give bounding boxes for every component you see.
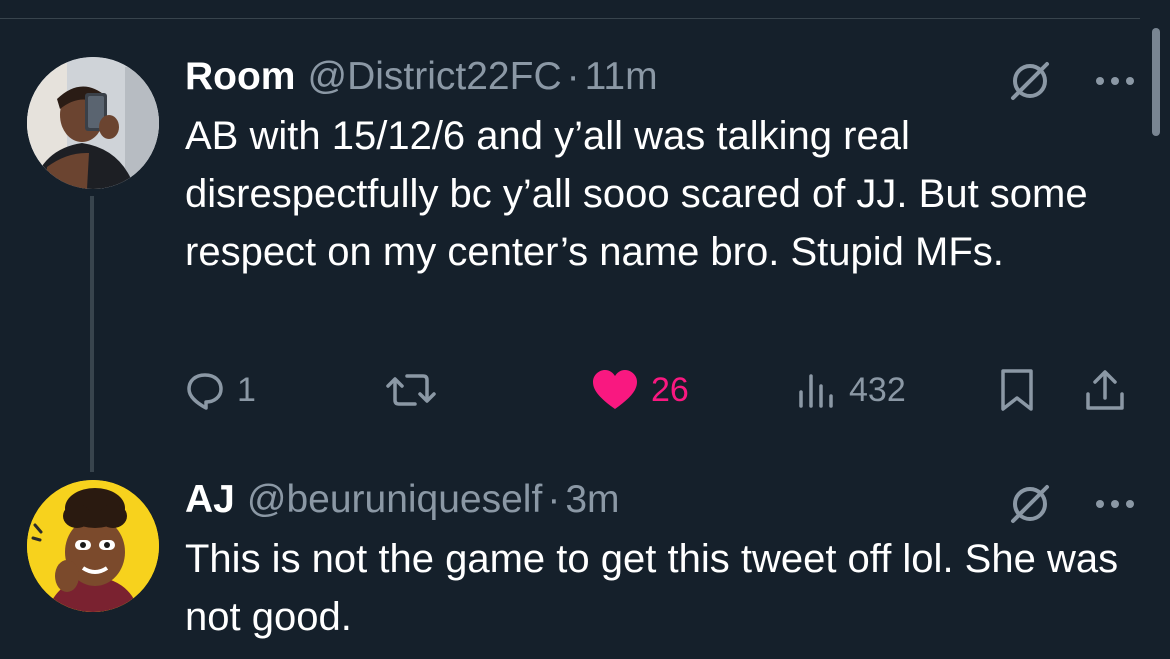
header-icons bbox=[1007, 58, 1135, 104]
reply-icon bbox=[185, 370, 225, 410]
heart-icon bbox=[591, 369, 639, 411]
display-name[interactable]: AJ bbox=[185, 478, 235, 522]
retweet-button[interactable] bbox=[385, 360, 449, 420]
tweet-actions: 1 26 432 bbox=[185, 360, 1135, 420]
view-count: 432 bbox=[849, 370, 906, 409]
display-name[interactable]: Room bbox=[185, 55, 296, 99]
timestamp[interactable]: 11m bbox=[585, 55, 658, 99]
like-count: 26 bbox=[651, 370, 689, 409]
thread-connector-line bbox=[90, 196, 94, 472]
top-divider bbox=[0, 18, 1140, 19]
tweet-header: Room @District22FC · 11m bbox=[185, 50, 1135, 104]
retweet-icon bbox=[385, 370, 437, 410]
separator-dot: · bbox=[566, 55, 580, 98]
views-icon bbox=[797, 370, 837, 410]
grok-icon[interactable] bbox=[1007, 481, 1053, 527]
user-handle[interactable]: @beuruniqueself bbox=[247, 478, 542, 522]
share-button[interactable] bbox=[1083, 360, 1127, 420]
reply-count: 1 bbox=[237, 370, 256, 409]
more-icon[interactable] bbox=[1095, 75, 1135, 87]
tweet-aj[interactable]: AJ @beuruniqueself · 3m This is not the … bbox=[185, 473, 1135, 646]
share-icon bbox=[1083, 368, 1127, 412]
grok-icon[interactable] bbox=[1007, 58, 1053, 104]
more-icon[interactable] bbox=[1095, 498, 1135, 510]
bookmark-icon bbox=[997, 368, 1037, 412]
avatar-aj[interactable] bbox=[27, 480, 159, 612]
timestamp[interactable]: 3m bbox=[565, 478, 619, 522]
separator-dot: · bbox=[547, 478, 561, 521]
user-handle[interactable]: @District22FC bbox=[308, 55, 562, 99]
avatar-room[interactable] bbox=[27, 57, 159, 189]
scrollbar[interactable] bbox=[1152, 28, 1160, 136]
header-icons bbox=[1007, 481, 1135, 527]
tweet-text: AB with 15/12/6 and y’all was talking re… bbox=[185, 114, 1088, 274]
tweet-header: AJ @beuruniqueself · 3m bbox=[185, 473, 1135, 527]
tweet-text: This is not the game to get this tweet o… bbox=[185, 537, 1119, 639]
views-button[interactable]: 432 bbox=[797, 360, 906, 420]
tweet-room[interactable]: Room @District22FC · 11m AB with 15/12/6… bbox=[185, 50, 1135, 281]
bookmark-button[interactable] bbox=[997, 360, 1037, 420]
reply-button[interactable]: 1 bbox=[185, 360, 256, 420]
like-button[interactable]: 26 bbox=[591, 360, 689, 420]
